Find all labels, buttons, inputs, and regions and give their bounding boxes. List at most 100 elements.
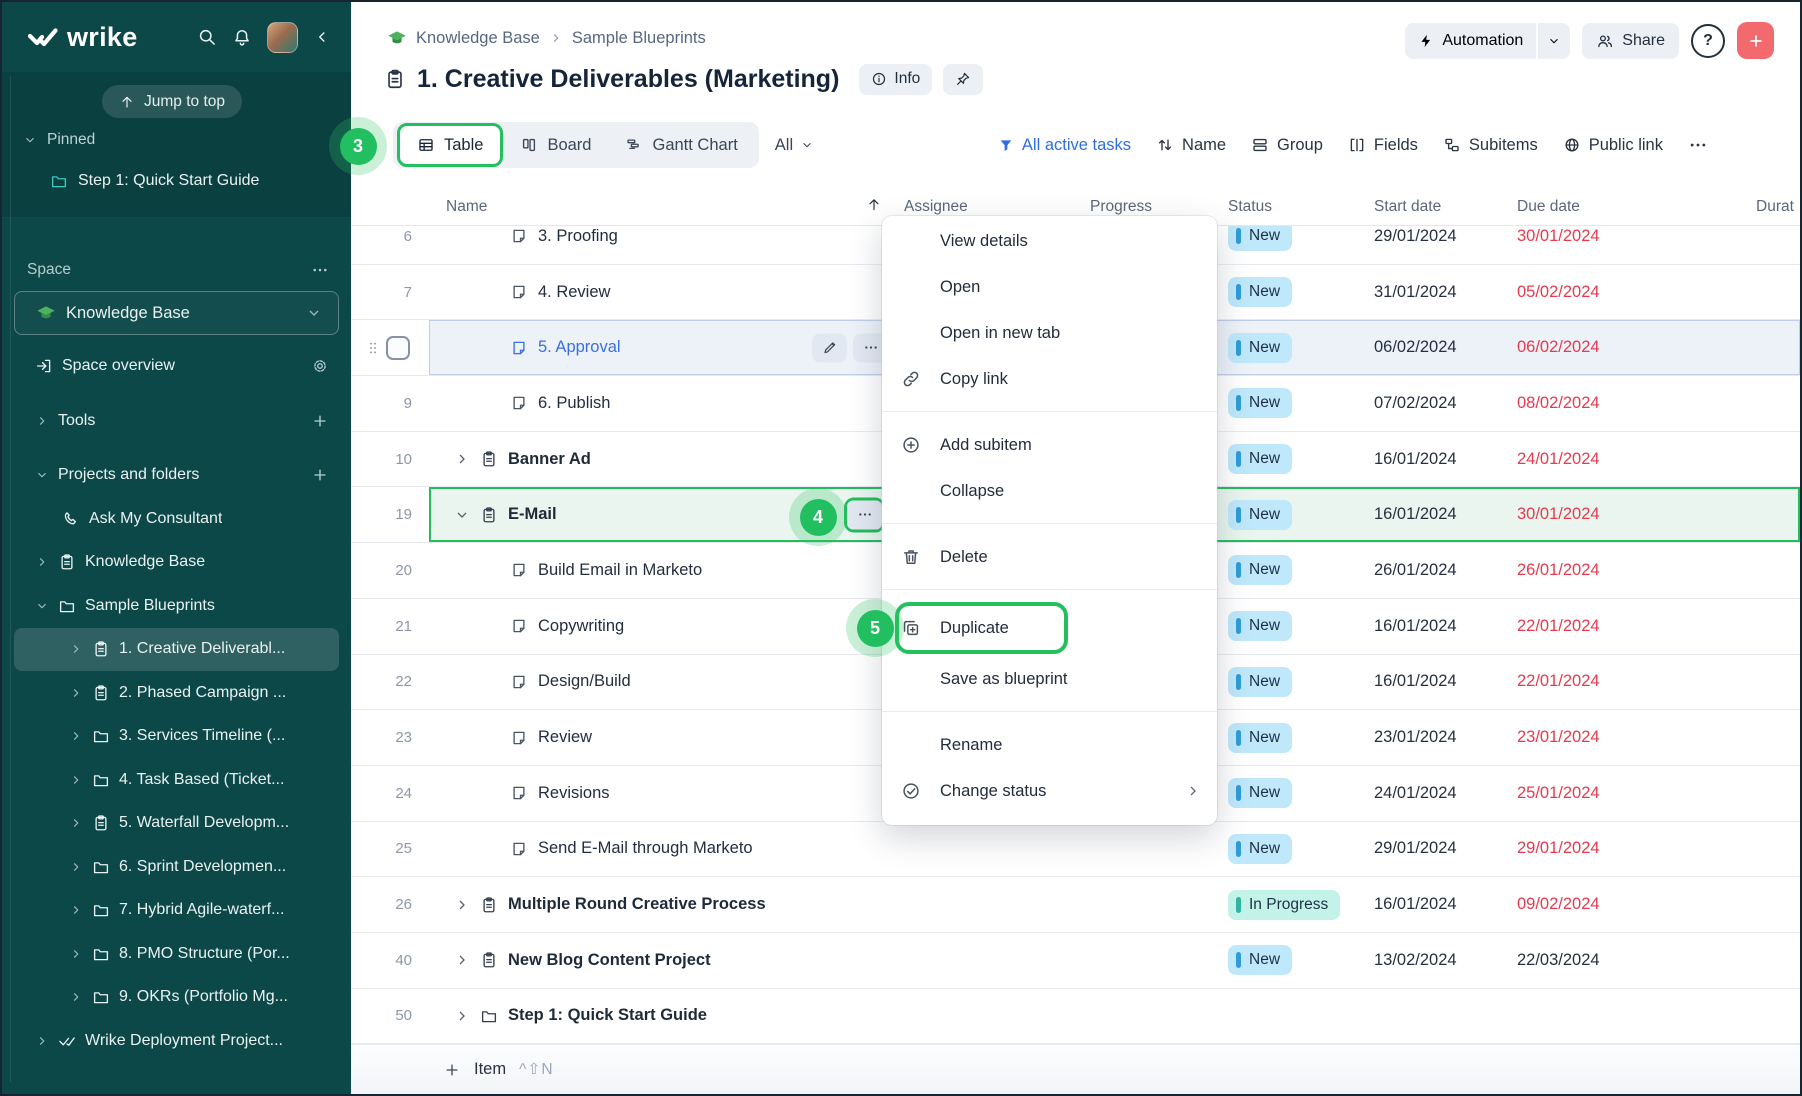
status-badge[interactable]: New: [1228, 667, 1292, 697]
automation-dropdown[interactable]: [1538, 23, 1570, 59]
row-gutter: 9: [351, 376, 429, 431]
plus-icon[interactable]: [311, 466, 329, 484]
menu-item-copy-link[interactable]: Copy link: [882, 356, 1217, 402]
row-cells: Step 1: Quick Start Guide: [429, 989, 1800, 1044]
table-row[interactable]: 25Send E-Mail through MarketoNew29/01/20…: [351, 822, 1800, 878]
sidebar-item-ask-my-consultant[interactable]: Ask My Consultant: [14, 497, 339, 541]
wrike-logo[interactable]: wrike: [28, 24, 138, 51]
sidebar-item-7-hybrid-agile-waterf[interactable]: 7. Hybrid Agile-waterf...: [14, 889, 339, 933]
sidebar-item-tools[interactable]: Tools: [14, 399, 339, 443]
row-gutter: 26: [351, 877, 429, 932]
column-header-durat[interactable]: Durat: [1756, 198, 1794, 216]
status-badge[interactable]: New: [1228, 388, 1292, 418]
menu-item-save-as-blueprint[interactable]: Save as blueprint: [882, 656, 1217, 702]
public-link-button[interactable]: Public link: [1563, 136, 1663, 155]
more-options-icon[interactable]: [1688, 135, 1708, 155]
status-badge[interactable]: New: [1228, 778, 1292, 808]
sidebar-item-1-creative-deliverabl[interactable]: 1. Creative Deliverabl...: [14, 628, 339, 672]
tab-board[interactable]: Board: [503, 126, 608, 164]
add-item-button[interactable]: Item: [474, 1060, 506, 1079]
tab-gantt-chart[interactable]: Gantt Chart: [608, 126, 754, 164]
status-label: In Progress: [1249, 896, 1328, 914]
row-checkbox[interactable]: [386, 336, 410, 360]
info-button[interactable]: Info: [859, 64, 932, 95]
sidebar-item-8-pmo-structure-por[interactable]: 8. PMO Structure (Por...: [14, 932, 339, 976]
status-badge[interactable]: New: [1228, 555, 1292, 585]
table-row[interactable]: 26Multiple Round Creative ProcessIn Prog…: [351, 877, 1800, 933]
fields-button[interactable]: Fields: [1348, 136, 1418, 155]
share-button[interactable]: Share: [1582, 23, 1679, 59]
space-more-icon[interactable]: [311, 261, 329, 279]
collapse-sidebar-icon[interactable]: [313, 28, 331, 46]
jump-to-top-button[interactable]: Jump to top: [102, 85, 242, 118]
column-header-start-date[interactable]: Start date: [1374, 198, 1441, 216]
sidebar-item-sample-blueprints[interactable]: Sample Blueprints: [14, 584, 339, 628]
sidebar-item-4-task-based-ticket[interactable]: 4. Task Based (Ticket...: [14, 758, 339, 802]
search-icon[interactable]: [197, 27, 217, 47]
status-badge[interactable]: New: [1228, 611, 1292, 641]
menu-item-label: Open in new tab: [940, 324, 1060, 343]
status-badge[interactable]: New: [1228, 834, 1292, 864]
help-button[interactable]: ?: [1691, 24, 1725, 58]
column-header-progress[interactable]: Progress: [1090, 198, 1152, 216]
menu-item-open-in-new-tab[interactable]: Open in new tab: [882, 310, 1217, 356]
status-badge[interactable]: New: [1228, 945, 1292, 975]
status-bar: [1236, 897, 1241, 913]
menu-item-view-details[interactable]: View details: [882, 218, 1217, 264]
sidebar-item-5-waterfall-developm[interactable]: 5. Waterfall Developm...: [14, 802, 339, 846]
menu-item-open[interactable]: Open: [882, 264, 1217, 310]
column-header-status[interactable]: Status: [1228, 198, 1272, 216]
menu-item-add-subitem[interactable]: Add subitem: [882, 422, 1217, 468]
column-header-name[interactable]: Name: [446, 198, 487, 216]
subitems-button[interactable]: Subitems: [1443, 136, 1538, 155]
sidebar-item-9-okrs-portfolio-mg[interactable]: 9. OKRs (Portfolio Mg...: [14, 976, 339, 1020]
sidebar-item-wrike-deployment-project[interactable]: Wrike Deployment Project...: [14, 1019, 339, 1063]
status-badge[interactable]: New: [1228, 333, 1292, 363]
space-section-header: Space: [14, 252, 339, 288]
notifications-bell-icon[interactable]: [232, 27, 252, 47]
table-row[interactable]: 40New Blog Content ProjectNew13/02/20242…: [351, 933, 1800, 989]
breadcrumb-sample-blueprints[interactable]: Sample Blueprints: [572, 29, 706, 48]
status-badge[interactable]: New: [1228, 277, 1292, 307]
check-circle-icon: [901, 781, 921, 801]
create-button[interactable]: [1737, 22, 1774, 59]
sidebar-item-knowledge-base[interactable]: Knowledge Base: [14, 541, 339, 585]
more-button[interactable]: [847, 500, 882, 529]
status-badge[interactable]: New: [1228, 500, 1292, 530]
plus-icon[interactable]: [311, 412, 329, 430]
pinned-header[interactable]: Pinned: [23, 125, 95, 155]
sidebar-item-projects-and-folders[interactable]: Projects and folders: [14, 453, 339, 497]
menu-item-delete[interactable]: Delete: [882, 534, 1217, 580]
menu-item-duplicate[interactable]: Duplicate: [882, 600, 1217, 656]
group-button[interactable]: Group: [1251, 136, 1323, 155]
status-badge[interactable]: New: [1228, 226, 1292, 251]
board-view-icon: [520, 136, 538, 154]
tab-table[interactable]: Table: [397, 123, 503, 167]
edit-button[interactable]: [812, 333, 847, 362]
chevron-right-icon: [69, 729, 83, 743]
filter-button[interactable]: All active tasks: [998, 136, 1131, 155]
sort-button[interactable]: Name: [1156, 136, 1226, 155]
user-avatar[interactable]: [267, 22, 298, 53]
menu-item-collapse[interactable]: Collapse: [882, 468, 1217, 514]
status-badge[interactable]: New: [1228, 723, 1292, 753]
table-row[interactable]: 50Step 1: Quick Start Guide: [351, 989, 1800, 1044]
space-selector[interactable]: Knowledge Base: [14, 291, 339, 335]
menu-item-change-status[interactable]: Change status: [882, 768, 1217, 814]
sidebar-item-2-phased-campaign[interactable]: 2. Phased Campaign ...: [14, 671, 339, 715]
sidebar-item-3-services-timeline[interactable]: 3. Services Timeline (...: [14, 715, 339, 759]
automation-button[interactable]: Automation: [1405, 23, 1570, 59]
breadcrumb-knowledge-base[interactable]: Knowledge Base: [416, 29, 540, 48]
start-date: 16/01/2024: [1374, 450, 1457, 469]
view-all-dropdown[interactable]: All: [759, 136, 830, 155]
status-badge[interactable]: In Progress: [1228, 890, 1340, 920]
column-header-due-date[interactable]: Due date: [1517, 198, 1580, 216]
sidebar-item-6-sprint-developmen[interactable]: 6. Sprint Developmen...: [14, 845, 339, 889]
status-badge[interactable]: New: [1228, 444, 1292, 474]
menu-item-rename[interactable]: Rename: [882, 722, 1217, 768]
column-header-assignee[interactable]: Assignee: [904, 198, 968, 216]
pin-button[interactable]: [943, 64, 983, 95]
sidebar-item-space-overview[interactable]: Space overview: [14, 344, 339, 388]
sidebar-item-quick-start-guide[interactable]: Step 1: Quick Start Guide: [14, 162, 339, 200]
gear-icon[interactable]: [311, 357, 329, 375]
